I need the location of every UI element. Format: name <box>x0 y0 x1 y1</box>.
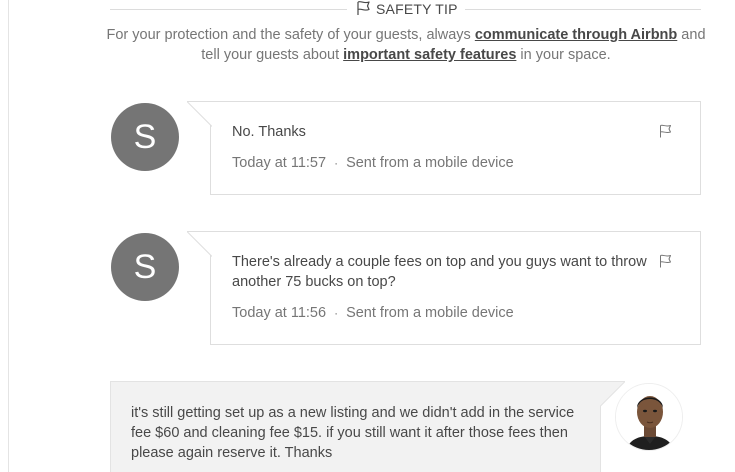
avatar-initial: S <box>133 247 157 286</box>
guest-avatar[interactable]: S <box>111 233 179 301</box>
message-text: No. Thanks <box>232 124 306 140</box>
message-meta: Today at 11:57 · Sent from a mobile devi… <box>232 155 514 171</box>
divider <box>8 0 9 472</box>
safety-tip-title: SAFETY TIP <box>356 0 458 18</box>
host-avatar[interactable] <box>615 383 683 451</box>
message-bubble: No. Thanks Today at 11:57 · Sent from a … <box>187 101 701 195</box>
message-text: it's still getting set up as a new listi… <box>131 405 575 461</box>
divider <box>465 9 701 10</box>
divider <box>110 9 347 10</box>
safety-tip-header: SAFETY TIP <box>110 0 701 20</box>
flag-icon <box>356 0 372 19</box>
guest-avatar[interactable]: S <box>111 103 179 171</box>
communicate-through-airbnb-link[interactable]: communicate through Airbnb <box>475 27 677 43</box>
safety-tip-text: For your protection and the safety of yo… <box>100 25 712 65</box>
host-photo <box>616 384 682 450</box>
message-timestamp: Today at 11:57 <box>232 155 327 171</box>
message-bubble: There's already a couple fees on top and… <box>187 231 701 345</box>
message-text: There's already a couple fees on top and… <box>232 254 647 290</box>
outgoing-message-bubble: it's still getting set up as a new listi… <box>110 381 601 472</box>
safety-tip-text-part: For your protection and the safety of yo… <box>106 27 475 43</box>
important-safety-features-link[interactable]: important safety features <box>343 47 516 63</box>
message-source: Sent from a mobile device <box>346 305 514 321</box>
avatar-initial: S <box>133 117 157 156</box>
meta-separator: · <box>334 306 339 320</box>
message-source: Sent from a mobile device <box>346 155 514 171</box>
safety-tip-text-part: in your space. <box>516 47 611 63</box>
report-flag-icon[interactable] <box>659 254 673 268</box>
message-timestamp: Today at 11:56 <box>232 305 327 321</box>
safety-tip-label: SAFETY TIP <box>376 1 458 17</box>
message-thread: SAFETY TIP For your protection and the s… <box>0 0 735 472</box>
meta-separator: · <box>334 156 339 170</box>
report-flag-icon[interactable] <box>659 124 673 138</box>
message-meta: Today at 11:56 · Sent from a mobile devi… <box>232 305 514 321</box>
